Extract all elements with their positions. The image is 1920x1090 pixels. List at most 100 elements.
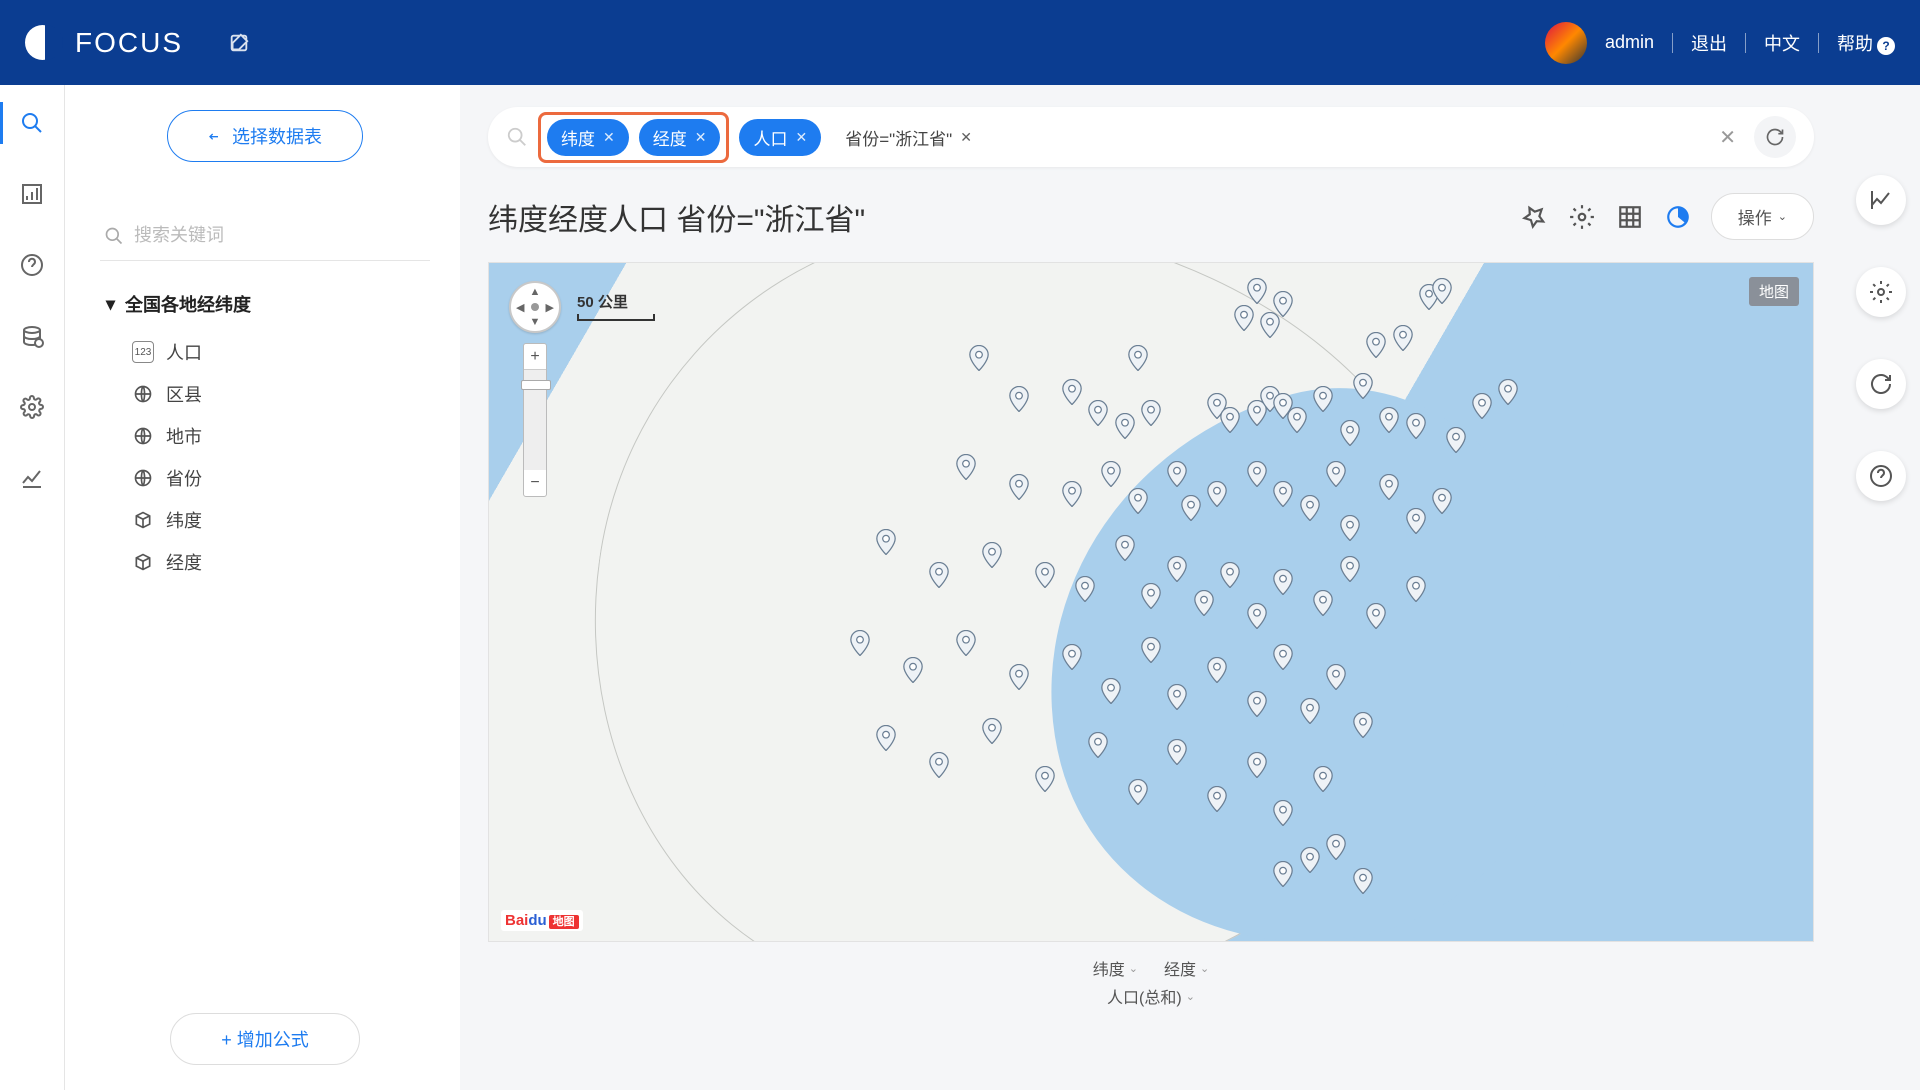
map-marker[interactable] <box>876 725 896 751</box>
map-marker[interactable] <box>1207 657 1227 683</box>
map-marker[interactable] <box>1167 461 1187 487</box>
map-marker[interactable] <box>1273 644 1293 670</box>
map-marker[interactable] <box>1009 664 1029 690</box>
map-marker[interactable] <box>969 345 989 371</box>
map-marker[interactable] <box>1181 495 1201 521</box>
username[interactable]: admin <box>1605 32 1654 53</box>
map-marker[interactable] <box>1273 569 1293 595</box>
map-marker[interactable] <box>1340 556 1360 582</box>
map-marker[interactable] <box>1062 644 1082 670</box>
map-marker[interactable] <box>956 454 976 480</box>
map-marker[interactable] <box>1101 678 1121 704</box>
map-marker[interactable] <box>1406 413 1426 439</box>
map-marker[interactable] <box>1379 407 1399 433</box>
filter-pill[interactable]: 省份="浙江省"✕ <box>831 119 986 156</box>
chart-view-icon[interactable] <box>1663 202 1693 232</box>
map-marker[interactable] <box>1300 698 1320 724</box>
map-marker[interactable] <box>1115 413 1135 439</box>
sidebar-search-input[interactable] <box>134 225 426 246</box>
map-marker[interactable] <box>1247 461 1267 487</box>
help-link[interactable]: 帮助? <box>1837 30 1895 56</box>
map-marker[interactable] <box>1432 488 1452 514</box>
map-marker[interactable] <box>1088 400 1108 426</box>
legend-item[interactable]: 经度 ⌄ <box>1164 956 1209 980</box>
map-type-badge[interactable]: 地图 <box>1749 277 1799 306</box>
map-marker[interactable] <box>850 630 870 656</box>
map-marker[interactable] <box>1446 427 1466 453</box>
map-pan-control[interactable]: ▲▼◀▶ <box>509 281 561 333</box>
field-item[interactable]: 纬度 <box>100 499 430 541</box>
map-marker[interactable] <box>1128 779 1148 805</box>
rail-settings-icon[interactable] <box>1856 267 1906 317</box>
avatar[interactable] <box>1545 22 1587 64</box>
map-marker[interactable] <box>1167 556 1187 582</box>
query-pill[interactable]: 纬度✕ <box>547 119 629 156</box>
rail-help-icon[interactable] <box>1856 451 1906 501</box>
nav-dashboard-icon[interactable] <box>19 181 45 207</box>
map-marker[interactable] <box>929 562 949 588</box>
map-marker[interactable] <box>1353 373 1373 399</box>
map-marker[interactable] <box>1101 461 1121 487</box>
map-marker[interactable] <box>1207 481 1227 507</box>
map-marker[interactable] <box>876 529 896 555</box>
sidebar-search[interactable] <box>100 217 430 261</box>
query-pill[interactable]: 经度✕ <box>639 119 721 156</box>
map-marker[interactable] <box>1273 861 1293 887</box>
rail-refresh-icon[interactable] <box>1856 359 1906 409</box>
map-marker[interactable] <box>982 542 1002 568</box>
map-marker[interactable] <box>1340 420 1360 446</box>
legend-item[interactable]: 纬度 ⌄ <box>1093 956 1138 980</box>
refresh-icon[interactable] <box>1754 116 1796 158</box>
map-zoom-control[interactable]: + − <box>523 343 547 497</box>
map-marker[interactable] <box>1406 576 1426 602</box>
pin-icon[interactable] <box>1519 202 1549 232</box>
map-marker[interactable] <box>1326 664 1346 690</box>
map-marker[interactable] <box>1247 278 1267 304</box>
map-marker[interactable] <box>1406 508 1426 534</box>
map-marker[interactable] <box>982 718 1002 744</box>
map-marker[interactable] <box>1115 535 1135 561</box>
map-marker[interactable] <box>1313 766 1333 792</box>
map-marker[interactable] <box>1035 766 1055 792</box>
query-pill[interactable]: 人口✕ <box>739 119 821 156</box>
map-marker[interactable] <box>1379 474 1399 500</box>
clear-query-icon[interactable]: ✕ <box>1711 125 1744 150</box>
map-marker[interactable] <box>1062 379 1082 405</box>
nav-data-icon[interactable] <box>19 323 45 349</box>
map-marker[interactable] <box>1353 868 1373 894</box>
rail-chart-icon[interactable] <box>1856 175 1906 225</box>
map-marker[interactable] <box>1141 583 1161 609</box>
map-marker[interactable] <box>1287 407 1307 433</box>
map-marker[interactable] <box>1366 603 1386 629</box>
zoom-slider[interactable] <box>524 370 546 470</box>
map-marker[interactable] <box>1247 752 1267 778</box>
map-marker[interactable] <box>1313 590 1333 616</box>
map-marker[interactable] <box>1194 590 1214 616</box>
map-canvas[interactable]: ▲▼◀▶ + − 50 公里 地图 Baidu地图 <box>488 262 1814 942</box>
zoom-in-button[interactable]: + <box>524 344 546 370</box>
map-marker[interactable] <box>929 752 949 778</box>
zoom-out-button[interactable]: − <box>524 470 546 496</box>
edit-icon[interactable] <box>228 32 250 54</box>
map-marker[interactable] <box>1167 739 1187 765</box>
map-marker[interactable] <box>1313 386 1333 412</box>
close-icon[interactable]: ✕ <box>695 129 707 146</box>
map-marker[interactable] <box>1141 637 1161 663</box>
operations-button[interactable]: 操作⌄ <box>1711 193 1814 240</box>
logout-link[interactable]: 退出 <box>1691 30 1727 56</box>
map-marker[interactable] <box>1234 305 1254 331</box>
settings-icon[interactable] <box>1567 202 1597 232</box>
nav-help-icon[interactable] <box>19 252 45 278</box>
map-marker[interactable] <box>1300 847 1320 873</box>
field-item[interactable]: 地市 <box>100 415 430 457</box>
close-icon[interactable]: ✕ <box>603 129 615 146</box>
language-link[interactable]: 中文 <box>1764 30 1800 56</box>
map-marker[interactable] <box>1247 603 1267 629</box>
map-marker[interactable] <box>1220 407 1240 433</box>
map-marker[interactable] <box>1009 386 1029 412</box>
map-marker[interactable] <box>1128 345 1148 371</box>
map-marker[interactable] <box>1432 278 1452 304</box>
close-icon[interactable]: ✕ <box>960 129 972 146</box>
tree-root[interactable]: ▾ 全国各地经纬度 <box>106 291 430 317</box>
map-marker[interactable] <box>1300 495 1320 521</box>
